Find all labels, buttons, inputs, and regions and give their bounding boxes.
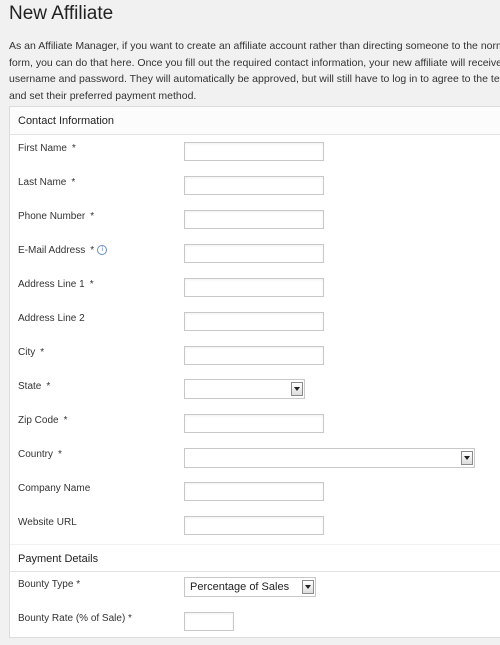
required-marker: * — [46, 381, 51, 392]
contact-information-header: Contact Information — [10, 107, 500, 135]
zip-code-row: Zip Code * — [10, 413, 500, 447]
bounty-rate-label: Bounty Rate (% of Sale) * — [18, 613, 132, 624]
bounty-type-select[interactable]: Percentage of Sales — [184, 577, 316, 597]
city-row: City * — [10, 345, 500, 379]
address-line-2-label: Address Line 2 — [18, 313, 85, 324]
phone-number-input[interactable] — [184, 210, 324, 229]
address-line-2-input[interactable] — [184, 312, 324, 331]
required-marker: * — [90, 211, 95, 222]
state-label: State * — [18, 381, 51, 392]
country-row: Country * — [10, 447, 500, 481]
email-label: E-Mail Address * i — [18, 245, 108, 256]
intro-line: As an Affiliate Manager, if you want to … — [9, 40, 500, 52]
bounty-rate-input[interactable] — [184, 612, 234, 631]
country-label: Country * — [18, 449, 62, 460]
required-marker: * — [63, 415, 68, 426]
intro-line: and set their preferred payment method. — [9, 89, 197, 102]
address-line-2-row: Address Line 2 — [10, 311, 500, 345]
city-input[interactable] — [184, 346, 324, 365]
first-name-row: First Name * — [10, 141, 500, 175]
chevron-down-icon[interactable] — [302, 580, 314, 594]
email-input[interactable] — [184, 244, 324, 263]
required-marker: * — [40, 347, 45, 358]
last-name-row: Last Name * — [10, 175, 500, 209]
required-marker: * — [71, 143, 76, 154]
bounty-type-row: Bounty Type * Percentage of Sales — [10, 577, 500, 611]
last-name-label: Last Name * — [18, 177, 76, 188]
required-marker: * — [90, 245, 95, 256]
intro-text: As an Affiliate Manager, if you want to … — [9, 38, 500, 104]
website-url-input[interactable] — [184, 516, 324, 535]
bounty-type-value: Percentage of Sales — [190, 581, 290, 593]
chevron-down-icon[interactable] — [291, 382, 303, 396]
zip-code-label: Zip Code * — [18, 415, 68, 426]
required-marker: * — [89, 279, 94, 290]
first-name-input[interactable] — [184, 142, 324, 161]
page-title: New Affiliate — [9, 3, 114, 24]
required-marker: * — [71, 177, 76, 188]
bounty-type-label: Bounty Type * — [18, 579, 81, 590]
company-name-row: Company Name — [10, 481, 500, 515]
first-name-label: First Name * — [18, 143, 76, 154]
address-line-1-label: Address Line 1 * — [18, 279, 94, 290]
intro-line: form, you can do that here. Once you fil… — [9, 56, 500, 69]
intro-line: username and password. They will automat… — [9, 73, 500, 85]
city-label: City * — [18, 347, 45, 358]
payment-details-header: Payment Details — [10, 544, 500, 572]
bounty-rate-row: Bounty Rate (% of Sale) * — [10, 611, 500, 645]
email-row: E-Mail Address * i — [10, 243, 500, 277]
phone-number-row: Phone Number * — [10, 209, 500, 243]
required-marker: * — [58, 449, 62, 460]
company-name-input[interactable] — [184, 482, 324, 501]
chevron-down-icon[interactable] — [461, 451, 473, 465]
website-url-label: Website URL — [18, 517, 77, 528]
country-select[interactable] — [184, 448, 475, 468]
info-icon[interactable]: i — [97, 245, 108, 255]
affiliate-form: Contact Information First Name * Last Nam… — [9, 106, 500, 638]
address-line-1-input[interactable] — [184, 278, 324, 297]
last-name-input[interactable] — [184, 176, 324, 195]
zip-code-input[interactable] — [184, 414, 324, 433]
state-select[interactable] — [184, 379, 305, 399]
state-row: State * — [10, 379, 500, 413]
phone-number-label: Phone Number * — [18, 211, 95, 222]
address-line-1-row: Address Line 1 * — [10, 277, 500, 311]
company-name-label: Company Name — [18, 483, 91, 494]
